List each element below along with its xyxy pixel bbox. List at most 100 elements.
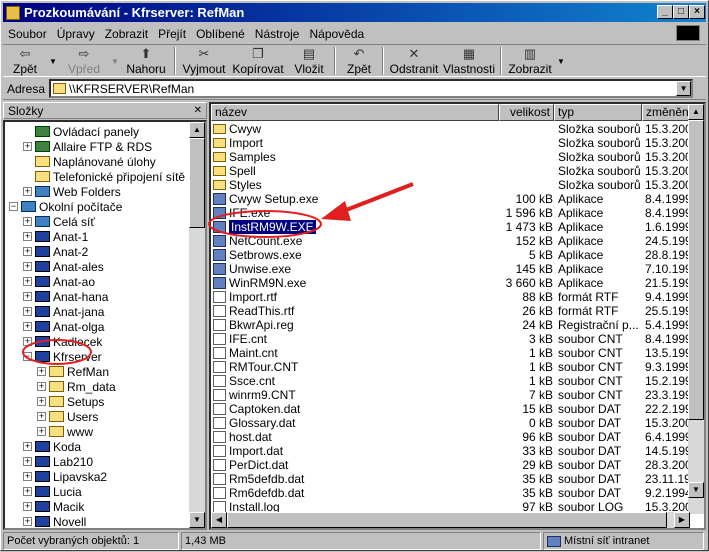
tree-item[interactable]: Lucia	[35, 484, 82, 499]
tree-item[interactable]: Macik	[35, 499, 84, 514]
file-row[interactable]: Import.dat 33 kB soubor DAT 14.5.199	[211, 444, 692, 458]
back-button[interactable]: ⇦ Zpět	[3, 45, 47, 77]
tree-item[interactable]: Lipavska2	[35, 469, 107, 484]
tree-item[interactable]: Koda	[35, 439, 81, 454]
menu-prejit[interactable]: Přejít	[153, 27, 191, 41]
tree-item[interactable]: Novell	[35, 514, 86, 528]
forward-button[interactable]: ⇨ Vpřed	[59, 45, 109, 77]
file-row[interactable]: Import Složka souborů 15.3.200	[211, 136, 692, 150]
files-vertical-scrollbar[interactable]: ▲ ▼	[688, 104, 704, 514]
file-row[interactable]: Import.rtf 88 kB formát RTF 9.4.1999	[211, 290, 692, 304]
menu-nastroje[interactable]: Nástroje	[250, 27, 305, 41]
tree-expander[interactable]: +	[23, 337, 32, 346]
tree-item[interactable]: Kadlecek	[35, 334, 102, 349]
file-row[interactable]: Captoken.dat 15 kB soubor DAT 22.2.199	[211, 402, 692, 416]
menu-soubor[interactable]: Soubor	[3, 27, 52, 41]
delete-button[interactable]: ✕ Odstranit	[387, 45, 441, 77]
tree-item[interactable]: www	[49, 424, 93, 439]
file-row[interactable]: WinRM9N.exe 3 660 kB Aplikace 21.5.199	[211, 276, 692, 290]
file-row[interactable]: Rm5defdb.dat 35 kB soubor DAT 23.11.19	[211, 472, 691, 486]
tree-expander[interactable]: +	[23, 322, 32, 331]
tree-item[interactable]: Anat-hana	[35, 289, 108, 304]
file-row[interactable]: Spell Složka souborů 15.3.200	[211, 164, 692, 178]
column-modified[interactable]: změněno	[642, 104, 690, 121]
tree-expander[interactable]: +	[23, 277, 32, 286]
tree-expander[interactable]: +	[37, 367, 46, 376]
tree-item[interactable]: Allaire FTP & RDS	[35, 139, 152, 154]
file-row[interactable]: Ssce.cnt 1 kB soubor CNT 15.2.199	[211, 374, 692, 388]
tree-item[interactable]: Naplánované úlohy	[35, 154, 156, 169]
file-row[interactable]: Unwise.exe 145 kB Aplikace 7.10.199	[211, 262, 692, 276]
menu-napoveda[interactable]: Nápověda	[304, 27, 369, 41]
tree-item[interactable]: Okolní počítače	[21, 199, 122, 214]
files-horizontal-scrollbar[interactable]: ◀ ▶	[211, 512, 690, 528]
tree-expander[interactable]: +	[37, 412, 46, 421]
tree-item[interactable]: Anat-ales	[35, 259, 104, 274]
file-row[interactable]: winrm9.CNT 7 kB soubor CNT 23.3.199	[211, 388, 692, 402]
file-row[interactable]: Glossary.dat 0 kB soubor DAT 15.3.200	[211, 416, 692, 430]
close-pane-icon[interactable]: ✕	[194, 105, 202, 116]
address-dropdown-button[interactable]: ▼	[676, 81, 692, 96]
file-row[interactable]: InstRM9W.EXE 1 473 kB Aplikace 1.6.1999	[211, 220, 692, 234]
tree-expander[interactable]: +	[23, 307, 32, 316]
maximize-button[interactable]: □	[673, 5, 689, 19]
tree-expander[interactable]: +	[23, 442, 32, 451]
scroll-down-button[interactable]: ▼	[189, 512, 205, 528]
tree-item[interactable]: Web Folders	[35, 184, 121, 199]
address-input[interactable]: \\KFRSERVER\RefMan ▼	[49, 79, 694, 98]
forward-dropdown[interactable]: ▼	[109, 45, 121, 77]
tree-expander[interactable]: +	[23, 187, 32, 196]
paste-button[interactable]: ▤ Vložit	[287, 45, 331, 77]
file-row[interactable]: Styles Složka souborů 15.3.200	[211, 178, 692, 192]
scroll-down-button[interactable]: ▼	[688, 482, 704, 498]
menu-oblibene[interactable]: Oblíbené	[191, 27, 250, 41]
column-size[interactable]: velikost	[499, 104, 554, 121]
scroll-thumb-horizontal[interactable]	[227, 512, 667, 528]
tree-item[interactable]: Users	[49, 409, 98, 424]
back-dropdown[interactable]: ▼	[47, 45, 59, 77]
file-row[interactable]: Rm6defdb.dat 35 kB soubor DAT 9.2.1994	[211, 486, 692, 500]
tree-item[interactable]: Anat-1	[35, 229, 88, 244]
tree-expander[interactable]: +	[23, 517, 32, 526]
tree-expander[interactable]: +	[23, 487, 32, 496]
title-bar[interactable]: Prozkoumávání - Kfrserver: RefMan _ □ ×	[3, 3, 706, 22]
properties-button[interactable]: ▦ Vlastnosti	[441, 45, 497, 77]
close-button[interactable]: ×	[689, 5, 705, 19]
file-row[interactable]: host.dat 96 kB soubor DAT 6.4.1999	[211, 430, 692, 444]
file-row[interactable]: Cwyw Složka souborů 15.3.200	[211, 122, 692, 136]
tree-item[interactable]: Anat-olga	[35, 319, 104, 334]
minimize-button[interactable]: _	[657, 5, 673, 19]
file-row[interactable]: NetCount.exe 152 kB Aplikace 24.5.199	[211, 234, 692, 248]
file-row[interactable]: RMTour.CNT 1 kB soubor CNT 9.3.1999	[211, 360, 692, 374]
tree-expander[interactable]: +	[23, 472, 32, 481]
tree-expander[interactable]: +	[23, 232, 32, 241]
tree-expander[interactable]: −	[9, 202, 18, 211]
tree-item[interactable]: RefMan	[49, 364, 109, 379]
tree-item[interactable]: Anat-ao	[35, 274, 95, 289]
scroll-up-button[interactable]: ▲	[189, 122, 205, 138]
tree-item[interactable]: Celá síť	[35, 214, 95, 229]
file-row[interactable]: Cwyw Setup.exe 100 kB Aplikace 8.4.1999	[211, 192, 692, 206]
undo-button[interactable]: ↶ Zpět	[339, 45, 379, 77]
tree-expander[interactable]: +	[23, 217, 32, 226]
file-row[interactable]: PerDict.dat 29 kB soubor DAT 28.3.200	[211, 458, 692, 472]
menu-zobrazit[interactable]: Zobrazit	[100, 27, 153, 41]
scroll-left-button[interactable]: ◀	[211, 512, 227, 528]
scroll-thumb[interactable]	[189, 138, 205, 228]
cut-button[interactable]: ✂ Vyjmout	[179, 45, 229, 77]
file-row[interactable]: Samples Složka souborů 15.3.200	[211, 150, 692, 164]
tree-item[interactable]: Ovládací panely	[35, 124, 139, 139]
tree-item[interactable]: Lab210	[35, 454, 93, 469]
tree-item[interactable]: Anat-2	[35, 244, 88, 259]
file-row[interactable]: Maint.cnt 1 kB soubor CNT 13.5.199	[211, 346, 692, 360]
tree-expander[interactable]: +	[23, 142, 32, 151]
tree-item[interactable]: Kfrserver	[35, 349, 102, 364]
scroll-right-button[interactable]: ▶	[674, 512, 690, 528]
tree-expander[interactable]: +	[23, 247, 32, 256]
views-dropdown[interactable]: ▼	[555, 45, 567, 77]
file-row[interactable]: Setbrows.exe 5 kB Aplikace 28.8.199	[211, 248, 692, 262]
tree-expander[interactable]: +	[37, 397, 46, 406]
tree-item[interactable]: Anat-jana	[35, 304, 104, 319]
tree-item[interactable]: Rm_data	[49, 379, 116, 394]
file-row[interactable]: IFE.cnt 3 kB soubor CNT 8.4.1999	[211, 332, 692, 346]
